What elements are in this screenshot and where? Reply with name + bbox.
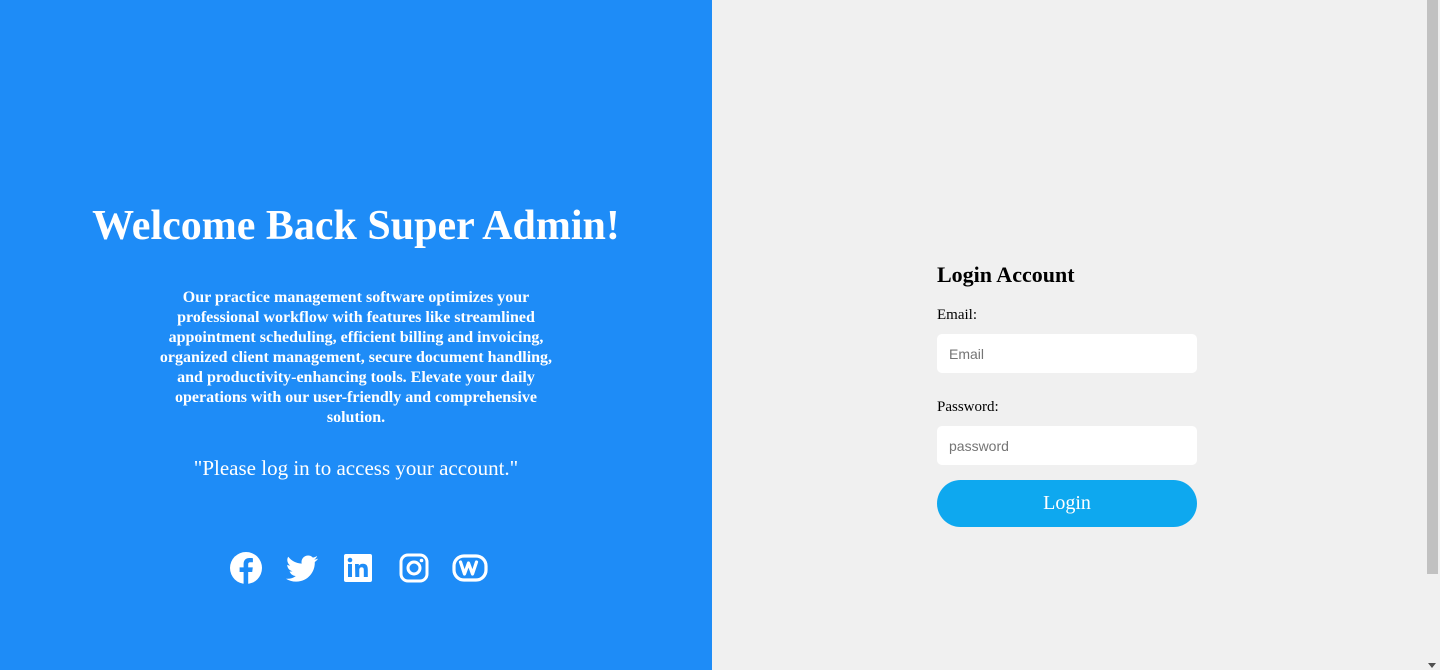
welcome-title: Welcome Back Super Admin!: [92, 203, 620, 249]
welcome-description: Our practice management software optimiz…: [159, 289, 553, 426]
instagram-icon[interactable]: [396, 550, 432, 586]
scroll-down-arrow-icon[interactable]: [1428, 663, 1436, 668]
login-form: Login Account Email: Password: Login: [937, 260, 1197, 527]
login-prompt: "Please log in to access your account.": [193, 456, 519, 480]
facebook-icon[interactable]: [228, 550, 264, 586]
email-label: Email:: [937, 307, 977, 323]
linkedin-icon[interactable]: [340, 550, 376, 586]
login-heading: Login Account: [937, 262, 1075, 287]
social-links: [228, 550, 508, 586]
scrollbar-thumb[interactable]: [1427, 0, 1438, 574]
password-label: Password:: [937, 399, 999, 415]
email-input[interactable]: [937, 334, 1197, 373]
twitter-icon[interactable]: [284, 550, 320, 586]
login-button[interactable]: Login: [937, 480, 1197, 527]
password-input[interactable]: [937, 426, 1197, 465]
welcome-panel: Welcome Back Super Admin! Our practice m…: [0, 0, 712, 670]
weebly-icon[interactable]: [452, 550, 488, 586]
login-page: Welcome Back Super Admin! Our practice m…: [0, 0, 1440, 670]
login-panel: Login Account Email: Password: Login: [712, 0, 1425, 670]
vertical-scrollbar[interactable]: [1425, 0, 1440, 670]
